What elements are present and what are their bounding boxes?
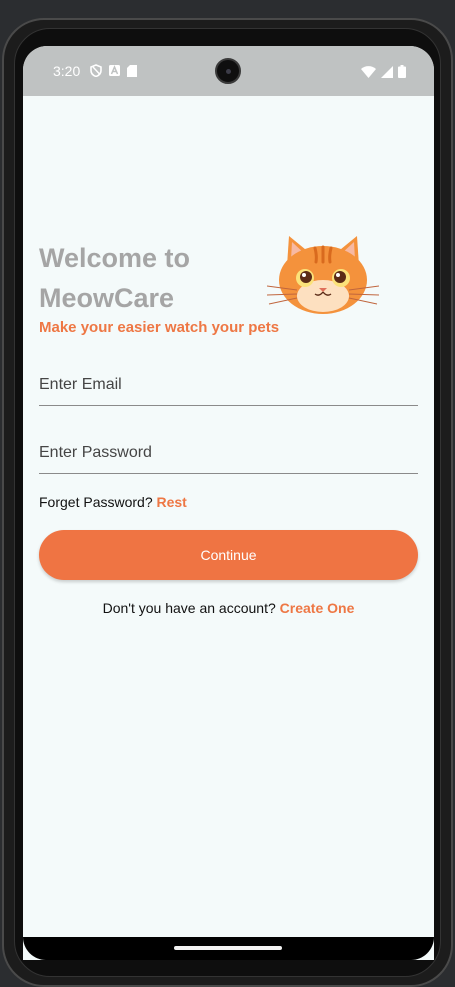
create-account-row: Don't you have an account? Create One bbox=[23, 600, 434, 616]
cellular-signal-icon bbox=[381, 65, 393, 78]
shield-icon bbox=[90, 64, 102, 77]
emulator-toolbar bbox=[0, 0, 455, 12]
cat-face-icon bbox=[267, 236, 379, 314]
status-left-icons bbox=[90, 64, 137, 77]
welcome-title: Welcome to MeowCare bbox=[39, 243, 191, 313]
reset-password-link[interactable]: Rest bbox=[157, 494, 187, 510]
text-a-icon bbox=[109, 65, 120, 76]
password-input[interactable] bbox=[39, 432, 418, 473]
password-field[interactable] bbox=[39, 432, 418, 474]
create-account-link[interactable]: Create One bbox=[280, 600, 355, 616]
forget-password-text: Forget Password? bbox=[39, 494, 153, 510]
status-time: 3:20 bbox=[53, 63, 81, 79]
wifi-icon bbox=[361, 65, 376, 78]
forget-password-row: Forget Password? Rest bbox=[39, 494, 187, 510]
email-field[interactable] bbox=[39, 364, 418, 406]
continue-button[interactable]: Continue bbox=[39, 530, 418, 580]
tagline: Make your easier watch your pets bbox=[39, 319, 280, 336]
home-indicator[interactable] bbox=[174, 946, 282, 950]
status-right-icons bbox=[361, 65, 406, 78]
email-input[interactable] bbox=[39, 364, 418, 405]
battery-icon bbox=[398, 65, 406, 78]
app-screen: 3:20 Welcome to MeowCare Make your easie… bbox=[23, 46, 434, 960]
sd-card-icon bbox=[127, 64, 137, 77]
gesture-nav-bar bbox=[23, 937, 434, 960]
front-camera bbox=[215, 58, 241, 84]
account-prompt-text: Don't you have an account? bbox=[102, 600, 276, 616]
status-bar: 3:20 bbox=[23, 46, 434, 96]
